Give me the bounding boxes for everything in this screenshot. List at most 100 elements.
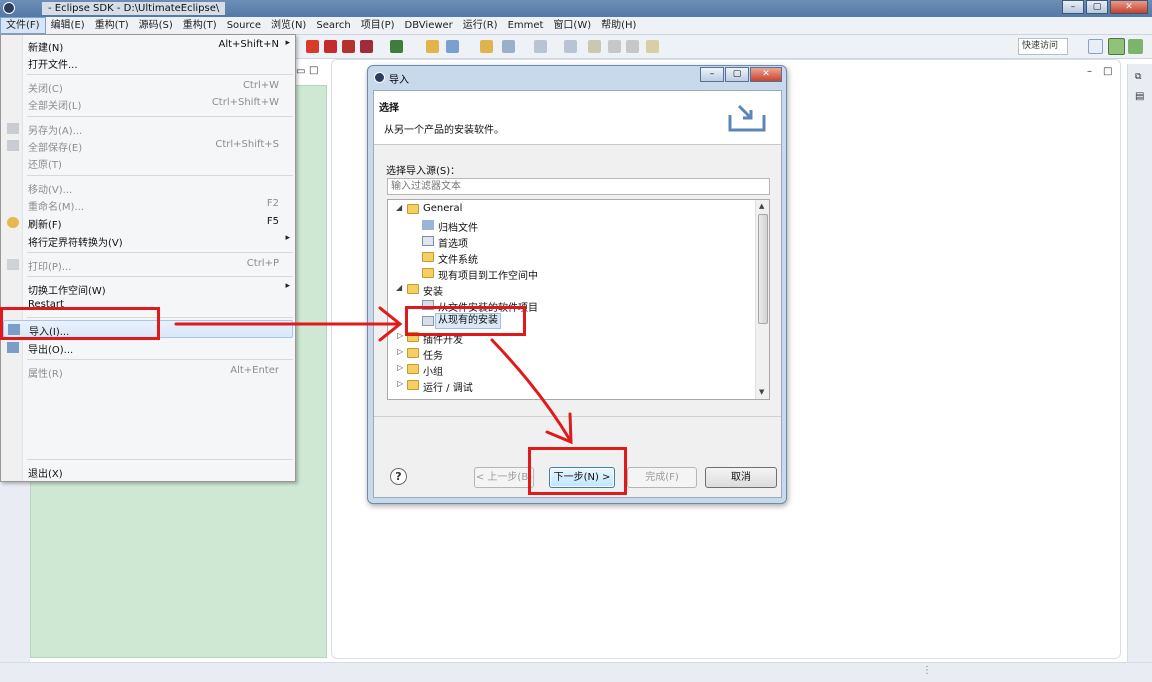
menu-item-properties[interactable]: 属性(R) Alt+Enter	[3, 363, 293, 380]
collapsed-twistie-icon[interactable]: ▷	[397, 347, 403, 356]
tree-node-label: 小组	[423, 367, 443, 378]
minimize-button[interactable]: –	[1062, 0, 1084, 14]
next-button-highlight-box	[528, 447, 627, 495]
format-icon[interactable]	[626, 40, 639, 53]
close-button[interactable]: ✕	[1110, 0, 1148, 14]
filter-input[interactable]	[387, 178, 770, 195]
menu-item-switch-workspace[interactable]: 切换工作空间(W) ▸	[3, 280, 293, 297]
pin-icon[interactable]	[588, 40, 601, 53]
scroll-down-icon[interactable]: ▼	[759, 388, 764, 396]
tree-node-install[interactable]: ◢ 安装	[388, 281, 756, 298]
outline-view-icon[interactable]: ▤	[1135, 91, 1144, 102]
menu-navigate[interactable]: 浏览(N)	[266, 17, 311, 34]
menu-file[interactable]: 文件(F)	[0, 17, 46, 34]
stop-icon[interactable]	[306, 40, 319, 53]
menu-separator	[27, 74, 293, 75]
wand-icon[interactable]	[646, 40, 659, 53]
dialog-close-button[interactable]: ✕	[750, 67, 782, 82]
next-annotation-icon[interactable]	[534, 40, 547, 53]
menu-item-label: 重命名(M)...	[28, 202, 84, 213]
menu-item-print[interactable]: 打印(P)... Ctrl+P	[3, 256, 293, 273]
menu-separator	[27, 459, 293, 460]
menu-item-label: 打印(P)...	[28, 262, 72, 273]
tree-node-general[interactable]: ◢ General	[388, 201, 756, 217]
debug-perspective-icon[interactable]	[1128, 39, 1143, 54]
help-button[interactable]: ?	[390, 468, 407, 485]
tree-scrollbar[interactable]: ▲ ▼	[755, 200, 769, 399]
collapsed-twistie-icon[interactable]: ▷	[397, 363, 403, 372]
tree-node-preferences[interactable]: 首选项	[388, 233, 756, 250]
tree-node-team[interactable]: ▷ 小组	[388, 361, 756, 378]
scrollbar-thumb[interactable]	[758, 214, 768, 324]
record-icon[interactable]	[342, 40, 355, 53]
menu-project[interactable]: 项目(P)	[356, 17, 400, 34]
new-wizard-icon[interactable]	[446, 40, 459, 53]
menu-item-close[interactable]: 关闭(C) Ctrl+W	[3, 78, 293, 95]
launch-icon[interactable]	[360, 40, 373, 53]
menu-item-open-file[interactable]: 打开文件...	[3, 54, 293, 71]
menu-refactor-2[interactable]: 重构(T)	[178, 17, 222, 34]
edit-icon[interactable]	[608, 40, 621, 53]
menu-emmet[interactable]: Emmet	[503, 17, 549, 34]
tree-node-label: 运行 / 调试	[423, 383, 473, 394]
dialog-maximize-button[interactable]: ▢	[725, 67, 749, 82]
menu-edit[interactable]: 编辑(E)	[46, 17, 90, 34]
menu-window[interactable]: 窗口(W)	[548, 17, 596, 34]
menu-help[interactable]: 帮助(H)	[596, 17, 641, 34]
menu-refactor[interactable]: 重构(T)	[90, 17, 134, 34]
menu-item-rename[interactable]: 重命名(M)... F2	[3, 196, 293, 213]
tree-node-archive-file[interactable]: 归档文件	[388, 217, 756, 234]
menubar: 文件(F) 编辑(E) 重构(T) 源码(S) 重构(T) Source 浏览(…	[0, 17, 1152, 35]
tree-node-file-system[interactable]: 文件系统	[388, 249, 756, 266]
tree-node-tasks[interactable]: ▷ 任务	[388, 345, 756, 362]
view-maximize-icon[interactable]: □	[309, 65, 318, 76]
menu-item-revert[interactable]: 还原(T)	[3, 154, 293, 171]
menu-item-save-all[interactable]: 全部保存(E) Ctrl+Shift+S	[3, 137, 293, 154]
menu-item-exit[interactable]: 退出(X)	[3, 463, 293, 480]
editor-maximize-icon[interactable]: □	[1103, 66, 1112, 77]
open-folder-icon[interactable]	[426, 40, 439, 53]
editor-minimize-icon[interactable]: –	[1087, 66, 1092, 77]
search-icon[interactable]	[502, 40, 515, 53]
maximize-button[interactable]: ▢	[1086, 0, 1108, 14]
menu-search[interactable]: Search	[311, 17, 355, 34]
open-type-icon[interactable]	[480, 40, 493, 53]
menu-item-refresh[interactable]: 刷新(F) F5	[3, 214, 293, 231]
import-source-tree[interactable]: ◢ General 归档文件 首选项 文件系统 现有项目到工作空间中 ◢ 安装 …	[387, 199, 770, 400]
menu-item-close-all[interactable]: 全部关闭(L) Ctrl+Shift+W	[3, 95, 293, 112]
archive-icon	[422, 220, 434, 230]
menu-item-new[interactable]: 新建(N) Alt+Shift+N ▸	[3, 37, 293, 54]
tree-node-existing-projects[interactable]: 现有项目到工作空间中	[388, 265, 756, 282]
menu-item-save-as[interactable]: 另存为(A)...	[3, 120, 293, 137]
status-divider-handle[interactable]: ⋮	[922, 665, 932, 676]
menu-source[interactable]: Source	[222, 17, 266, 34]
view-restore-icon[interactable]: ▭	[296, 66, 305, 77]
java-perspective-icon[interactable]	[1108, 38, 1125, 55]
restore-icon[interactable]: ⧉	[1135, 72, 1141, 82]
back-button[interactable]: < 上一步(B)	[474, 467, 534, 488]
menu-dbviewer[interactable]: DBViewer	[400, 17, 458, 34]
dialog-minimize-button[interactable]: –	[700, 67, 724, 82]
expanded-twistie-icon[interactable]: ◢	[396, 203, 402, 212]
tree-node-run-debug[interactable]: ▷ 运行 / 调试	[388, 377, 756, 394]
import-dialog: 导入 – ▢ ✕ 选择 从另一个产品的安装软件。 选择导入源(S)： ◢ Gen…	[367, 65, 787, 504]
expanded-twistie-icon[interactable]: ◢	[396, 283, 402, 292]
menu-source-cn[interactable]: 源码(S)	[134, 17, 178, 34]
finish-button[interactable]: 完成(F)	[627, 467, 697, 488]
menu-item-shortcut: Ctrl+Shift+W	[211, 97, 279, 108]
debug-icon[interactable]	[390, 40, 403, 53]
menu-item-label: 另存为(A)...	[28, 126, 83, 137]
menu-item-move[interactable]: 移动(V)...	[3, 179, 293, 196]
wizard-page-description: 从另一个产品的安装软件。	[384, 125, 504, 136]
quick-access-input[interactable]: 快速访问	[1018, 38, 1068, 55]
collapsed-twistie-icon[interactable]: ▷	[397, 379, 403, 388]
collapsed-twistie-icon[interactable]: ▷	[397, 331, 403, 340]
terminate-icon[interactable]	[324, 40, 337, 53]
menu-item-export[interactable]: 导出(O)...	[3, 339, 293, 356]
cancel-button[interactable]: 取消	[705, 467, 777, 488]
back-icon[interactable]	[564, 40, 577, 53]
scroll-up-icon[interactable]: ▲	[759, 202, 764, 210]
menu-item-convert-line-delimiters[interactable]: 将行定界符转换为(V) ▸	[3, 232, 293, 249]
open-perspective-icon[interactable]	[1088, 39, 1103, 54]
menu-run[interactable]: 运行(R)	[458, 17, 503, 34]
